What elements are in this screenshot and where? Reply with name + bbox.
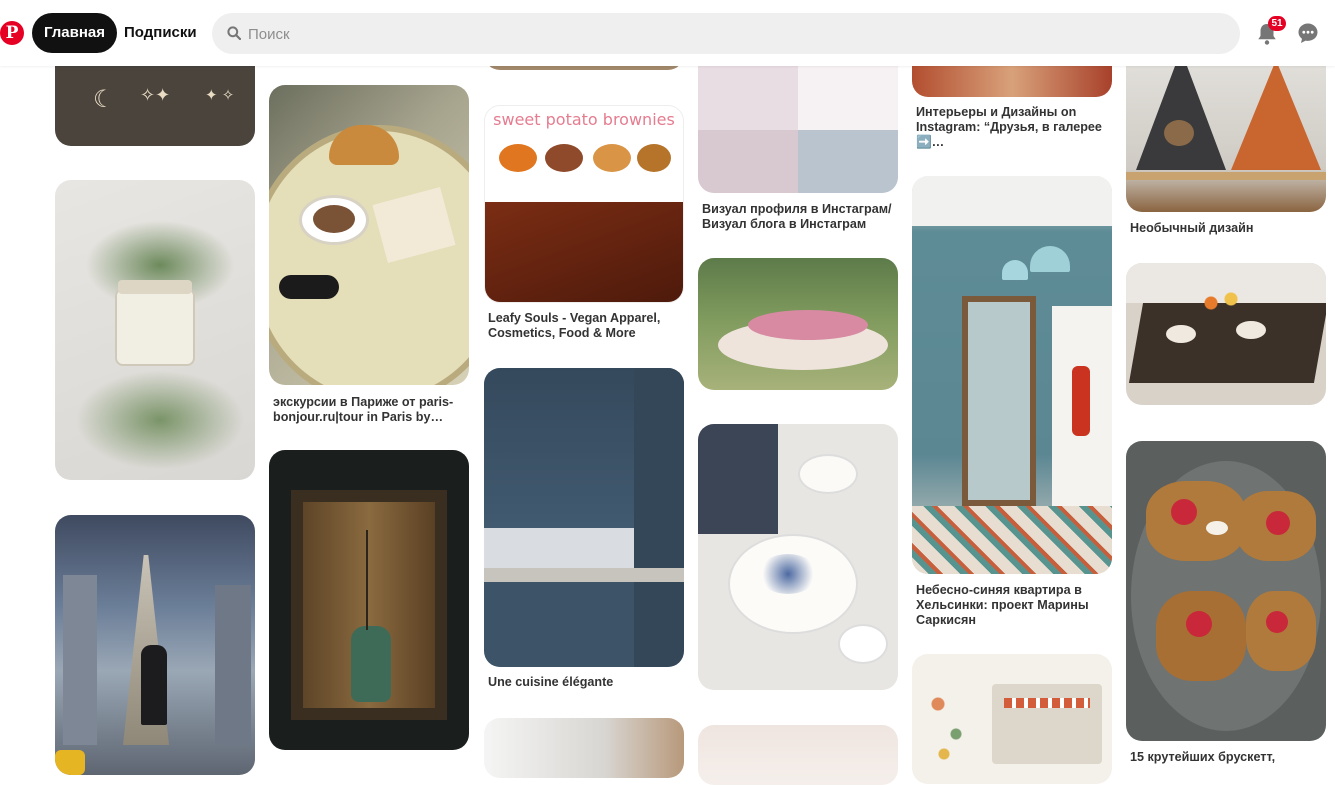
pin-title[interactable]: 15 крутейших брускетт, bbox=[1130, 750, 1326, 765]
pin-card[interactable] bbox=[55, 180, 255, 480]
pin-image-blue-kitchen[interactable] bbox=[484, 368, 684, 667]
pin-image-paris-cafe-table[interactable] bbox=[269, 85, 469, 385]
messages-icon[interactable] bbox=[1297, 22, 1319, 44]
pin-title[interactable]: Une cuisine élégante bbox=[488, 675, 684, 690]
pin-title[interactable]: Небесно-синяя квартира в Хельсинки: прое… bbox=[916, 583, 1112, 628]
pin-title[interactable]: Leafy Souls - Vegan Apparel, Cosmetics, … bbox=[488, 311, 684, 341]
pin-image-bottom[interactable] bbox=[698, 725, 898, 785]
top-bar: P Главная Подписки 51 bbox=[0, 0, 1335, 66]
nav-home-button[interactable]: Главная bbox=[32, 13, 118, 53]
nav-following-button[interactable]: Подписки bbox=[112, 13, 209, 53]
search-input[interactable] bbox=[246, 13, 1230, 56]
pin-card[interactable]: sweet potato brownies Leafy Souls - Vega… bbox=[484, 105, 684, 345]
pin-card[interactable]: Необычный дизайн bbox=[1126, 40, 1326, 240]
pin-card[interactable]: Une cuisine élégante bbox=[484, 368, 684, 698]
pin-card[interactable]: Небесно-синяя квартира в Хельсинки: прое… bbox=[912, 176, 1112, 631]
search-icon bbox=[227, 26, 241, 40]
pin-image-new-york-street[interactable] bbox=[55, 515, 255, 775]
pin-card[interactable] bbox=[698, 258, 898, 390]
pinterest-logo[interactable]: P bbox=[0, 21, 24, 45]
pin-card[interactable]: 15 крутейших брускетт, bbox=[1126, 441, 1326, 776]
pin-card[interactable] bbox=[269, 450, 469, 750]
pin-image-blue-hallway[interactable] bbox=[912, 176, 1112, 574]
pin-image-picnic[interactable] bbox=[698, 258, 898, 390]
pin-card[interactable] bbox=[1126, 263, 1326, 405]
pin-image-dinner-table[interactable] bbox=[1126, 263, 1326, 405]
pin-card[interactable]: Визуал профиля в Инстаграм/ Визуал блога… bbox=[698, 40, 898, 235]
pin-title[interactable]: экскурсии в Париже от paris-bonjour.ru|t… bbox=[273, 395, 469, 425]
image-heading: sweet potato brownies bbox=[493, 110, 675, 129]
pin-image-ceramics-painting[interactable] bbox=[698, 424, 898, 690]
pin-card[interactable] bbox=[55, 515, 255, 775]
notification-count-badge: 51 bbox=[1268, 16, 1286, 31]
pin-image-candle-eucalyptus[interactable] bbox=[55, 180, 255, 480]
pin-card[interactable]: экскурсии в Париже от paris-bonjour.ru|t… bbox=[269, 85, 469, 425]
search-bar[interactable] bbox=[212, 13, 1240, 56]
pin-image-floral-bedroom[interactable] bbox=[912, 654, 1112, 784]
pin-image-bottom[interactable] bbox=[484, 718, 684, 778]
pin-image-vase-in-box[interactable] bbox=[269, 450, 469, 750]
pin-image-sweet-potato-brownies[interactable]: sweet potato brownies bbox=[484, 105, 684, 303]
pin-title[interactable]: Визуал профиля в Инстаграм/ Визуал блога… bbox=[702, 202, 898, 232]
pin-title[interactable]: Необычный дизайн bbox=[1130, 221, 1326, 236]
pin-image-bruschetta[interactable] bbox=[1126, 441, 1326, 741]
pin-card[interactable] bbox=[484, 718, 684, 778]
pin-card[interactable] bbox=[698, 424, 898, 690]
pin-card[interactable] bbox=[698, 725, 898, 785]
pin-card[interactable] bbox=[912, 654, 1112, 784]
pin-title[interactable]: Интерьеры и Дизайны on Instagram: “Друзь… bbox=[916, 105, 1112, 150]
